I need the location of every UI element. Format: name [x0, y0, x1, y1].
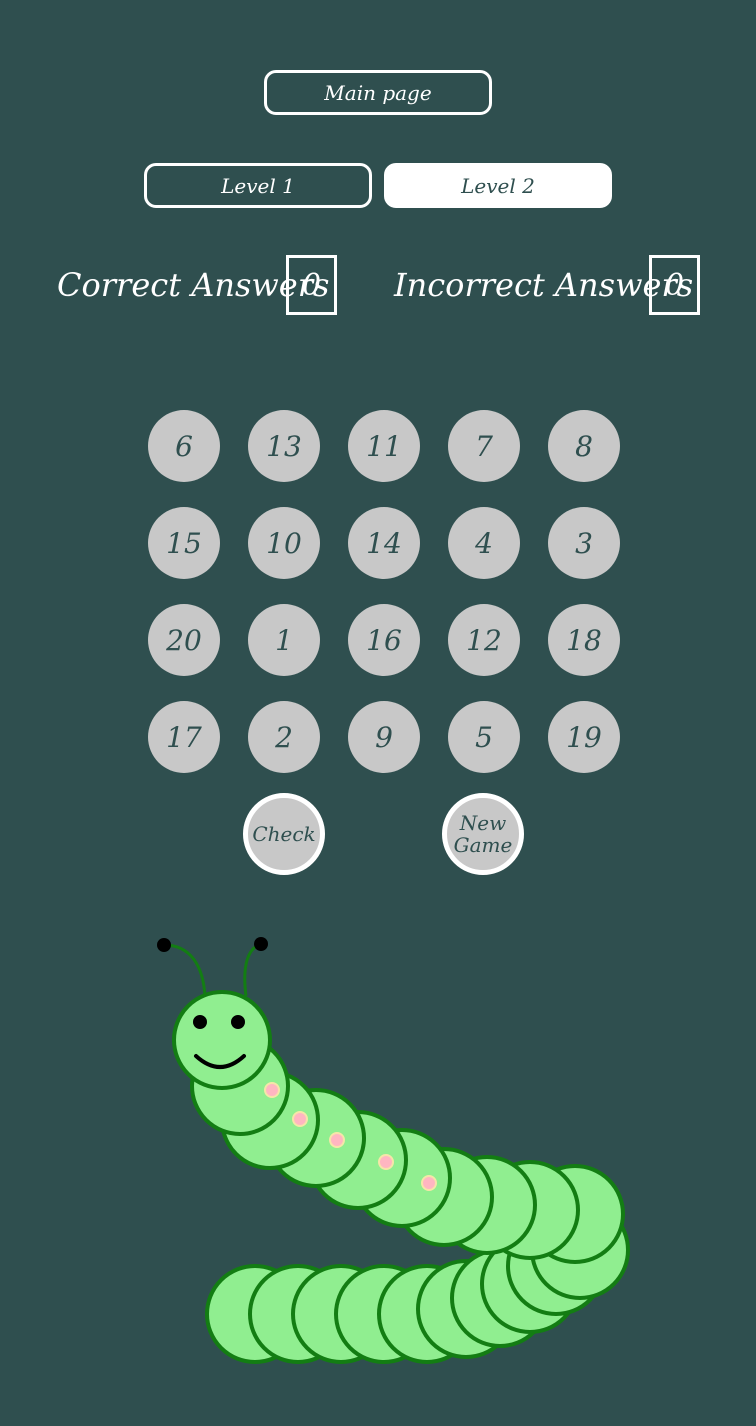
- number-tile[interactable]: 10: [248, 507, 320, 579]
- number-tile[interactable]: 19: [548, 701, 620, 773]
- number-tile[interactable]: 1: [248, 604, 320, 676]
- number-tile[interactable]: 8: [548, 410, 620, 482]
- number-tile[interactable]: 18: [548, 604, 620, 676]
- number-tile[interactable]: 13: [248, 410, 320, 482]
- number-tile[interactable]: 2: [248, 701, 320, 773]
- number-tile[interactable]: 20: [148, 604, 220, 676]
- correct-answers-count: 0: [286, 255, 337, 315]
- number-tile[interactable]: 15: [148, 507, 220, 579]
- number-tile[interactable]: 12: [448, 604, 520, 676]
- check-button[interactable]: Check: [243, 793, 325, 875]
- number-tile[interactable]: 17: [148, 701, 220, 773]
- number-tile[interactable]: 6: [148, 410, 220, 482]
- incorrect-answers-count: 0: [649, 255, 700, 315]
- level-1-button[interactable]: Level 1: [144, 163, 372, 208]
- caterpillar-illustration: [157, 937, 630, 1364]
- main-page-button[interactable]: Main page: [264, 70, 492, 115]
- number-tile[interactable]: 14: [348, 507, 420, 579]
- new-game-button[interactable]: New Game: [442, 793, 524, 875]
- number-tile[interactable]: 16: [348, 604, 420, 676]
- number-tile[interactable]: 3: [548, 507, 620, 579]
- number-tile[interactable]: 9: [348, 701, 420, 773]
- number-tile[interactable]: 4: [448, 507, 520, 579]
- new-game-label: New Game: [453, 811, 513, 857]
- number-tile[interactable]: 5: [448, 701, 520, 773]
- number-tile[interactable]: 7: [448, 410, 520, 482]
- number-tile[interactable]: 11: [348, 410, 420, 482]
- level-2-button[interactable]: Level 2: [384, 163, 612, 208]
